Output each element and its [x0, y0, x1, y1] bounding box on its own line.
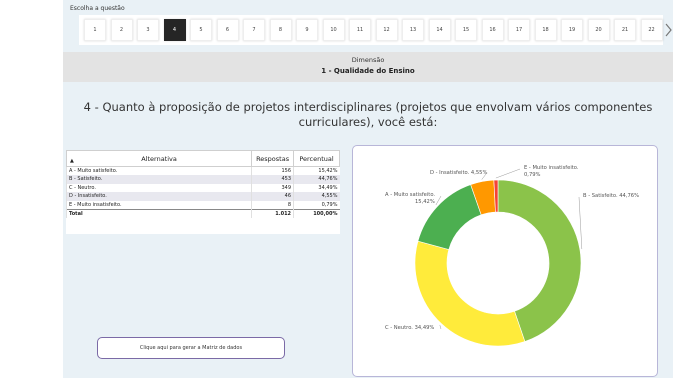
- dimension-bar: Dimensão 1 - Qualidade do Ensino: [63, 52, 673, 82]
- question-button-6[interactable]: 6: [216, 19, 239, 41]
- slice-label: C - Neutro. 34,49%: [385, 325, 434, 331]
- table-total-alt: Total: [65, 208, 252, 218]
- question-button-2[interactable]: 2: [110, 19, 133, 41]
- question-button-12[interactable]: 12: [375, 19, 398, 41]
- question-button-3[interactable]: 3: [137, 19, 159, 41]
- leader-line: [495, 168, 521, 179]
- slice-label: D - Insatisfeito. 4,55%: [430, 170, 487, 176]
- question-button-16[interactable]: 16: [481, 19, 504, 41]
- question-button-9[interactable]: 9: [296, 19, 318, 41]
- column-header-percentual[interactable]: Percentual: [293, 150, 340, 167]
- question-button-13[interactable]: 13: [402, 19, 424, 41]
- question-button-7[interactable]: 7: [243, 19, 265, 41]
- table-cell-alt: C - Neutro.: [65, 183, 252, 192]
- leader-line: [578, 196, 583, 250]
- question-button-10[interactable]: 10: [322, 19, 345, 41]
- question-button-15[interactable]: 15: [455, 19, 477, 41]
- column-header-respostas[interactable]: Respostas: [251, 150, 295, 167]
- chevron-right-icon[interactable]: [664, 22, 673, 38]
- table-cell-perc: 0,79%: [293, 200, 340, 209]
- table-row: D - Insatisfeito. 46 4,55%: [65, 192, 340, 201]
- donut-chart-card: B - Satisfeito. 44,76% C - Neutro. 34,49%…: [352, 145, 658, 377]
- question-button-17[interactable]: 17: [508, 19, 530, 41]
- table-cell-perc: 4,55%: [293, 192, 340, 201]
- question-selector-title: Escolha a questão: [70, 5, 125, 12]
- question-button-8[interactable]: 8: [269, 19, 292, 41]
- answers-table: ▲ Alternativa Respostas Percentual A - M…: [65, 150, 340, 234]
- table-cell-resp: 349: [251, 183, 294, 192]
- page-content: Escolha a questão 1 2 3 4 5 6 7 8 9 10 11 12 13 14 15 1…: [63, 0, 673, 378]
- table-cell-perc: 15,42%: [293, 166, 340, 175]
- table-cell-perc: 34,49%: [293, 183, 340, 192]
- table-cell-perc: 44,76%: [293, 175, 340, 184]
- question-button-1[interactable]: 1: [84, 19, 106, 41]
- table-cell-resp: 8: [251, 200, 294, 209]
- question-button-20[interactable]: 20: [587, 19, 610, 41]
- table-row: B - Satisfeito. 453 44,76%: [65, 175, 340, 184]
- slice-label: B - Satisfeito. 44,76%: [583, 193, 639, 199]
- table-cell-alt: B - Satisfeito.: [65, 175, 252, 184]
- leader-line: [439, 324, 442, 330]
- question-selector: Escolha a questão 1 2 3 4 5 6 7 8 9 10 11 12 13 14 15 1…: [63, 0, 673, 50]
- table-total-perc: 100,00%: [293, 208, 340, 218]
- generate-matrix-button[interactable]: Clique aqui para gerar a Matriz de dados: [97, 337, 285, 359]
- table-row: E - Muito insatisfeito. 8 0,79%: [65, 200, 340, 209]
- donut-chart: B - Satisfeito. 44,76% C - Neutro. 34,49%…: [385, 165, 639, 347]
- question-button-21[interactable]: 21: [614, 19, 636, 41]
- dimension-value: 1 - Qualidade do Ensino: [321, 67, 415, 75]
- table-total-resp: 1.012: [251, 208, 294, 218]
- slice-label: E - Muito insatisfeito. 0,79%: [524, 165, 579, 178]
- question-button-22[interactable]: 22: [640, 19, 663, 41]
- question-button-5[interactable]: 5: [190, 19, 212, 41]
- question-button-18[interactable]: 18: [534, 19, 557, 41]
- question-button-19[interactable]: 19: [561, 19, 583, 41]
- table-row: C - Neutro. 349 34,49%: [65, 183, 340, 192]
- column-header-alternativa[interactable]: ▲ Alternativa: [65, 150, 253, 167]
- table-cell-resp: 156: [251, 166, 294, 175]
- table-cell-alt: E - Muito insatisfeito.: [65, 200, 252, 209]
- question-button-4[interactable]: 4: [163, 19, 186, 41]
- table-cell-alt: A - Muito satisfeito.: [65, 166, 252, 175]
- table-cell-resp: 453: [251, 175, 294, 184]
- dimension-label: Dimensão: [351, 56, 385, 64]
- question-text: 4 - Quanto à proposição de projetos inte…: [83, 100, 653, 129]
- table-total-row: Total 1.012 100,00%: [65, 208, 340, 218]
- table-cell-alt: D - Insatisfeito.: [65, 192, 252, 201]
- sort-up-icon: ▲: [70, 158, 74, 164]
- question-button-11[interactable]: 11: [349, 19, 371, 41]
- question-button-14[interactable]: 14: [428, 19, 451, 41]
- slice-label: A - Muito satisfeito. 15,42%: [385, 192, 435, 205]
- table-cell-resp: 46: [251, 192, 294, 201]
- table-row: A - Muito satisfeito. 156 15,42%: [65, 166, 340, 175]
